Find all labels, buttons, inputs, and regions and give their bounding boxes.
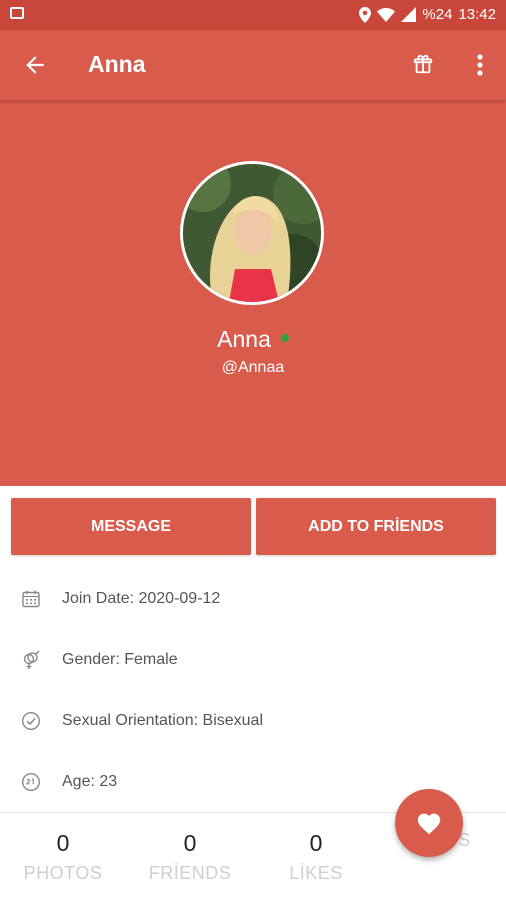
avatar[interactable] — [180, 161, 324, 305]
stat-photos[interactable]: 0 PHOTOS — [0, 813, 126, 884]
calendar-icon — [22, 590, 40, 607]
info-row-orientation: Sexual Orientation: Bisexual — [0, 690, 506, 751]
stat-label: LİKES — [289, 863, 343, 883]
wifi-icon — [377, 8, 396, 22]
message-button[interactable]: MESSAGE — [11, 498, 251, 555]
stat-value: 0 — [309, 830, 323, 856]
location-icon — [359, 6, 372, 23]
back-arrow-icon[interactable] — [22, 52, 48, 78]
image-icon — [10, 7, 24, 19]
age-icon — [21, 772, 41, 791]
stat-label: FRİENDS — [148, 863, 232, 883]
online-status-dot — [280, 333, 289, 342]
battery-text: %24 — [422, 6, 453, 23]
app-bar: Anna — [0, 30, 506, 100]
age-text: Age: 23 — [62, 772, 118, 790]
stat-label: PHOTOS — [23, 863, 103, 883]
gift-icon[interactable] — [412, 53, 434, 75]
stat-likes[interactable]: 0 LİKES — [253, 813, 379, 884]
gender-icon — [23, 650, 40, 669]
stat-friends[interactable]: 0 FRİENDS — [127, 813, 253, 884]
profile-info-list: Join Date: 2020-09-12 Gender: Female Sex… — [0, 568, 506, 812]
more-vertical-icon[interactable] — [470, 52, 490, 78]
action-bar: MESSAGE ADD TO FRİENDS — [0, 486, 506, 568]
profile-name: Anna — [0, 326, 506, 353]
avatar-photo — [183, 164, 321, 302]
like-fab-button[interactable] — [395, 789, 463, 857]
status-bar: %24 13:42 — [0, 0, 506, 30]
heart-icon — [417, 813, 441, 835]
profile-username: @Annaa — [221, 359, 285, 376]
stat-value: 0 — [56, 830, 70, 856]
add-to-friends-button[interactable]: ADD TO FRİENDS — [256, 498, 496, 555]
signal-icon — [401, 7, 417, 22]
info-row-gender: Gender: Female — [0, 629, 506, 690]
orientation-text: Sexual Orientation: Bisexual — [62, 711, 263, 729]
info-row-join-date: Join Date: 2020-09-12 — [0, 568, 506, 629]
profile-header: Anna @Annaa — [0, 100, 506, 486]
stat-value: 0 — [183, 830, 197, 856]
profile-name-text: Anna — [217, 326, 271, 352]
status-right: %24 13:42 — [359, 6, 496, 23]
gender-text: Gender: Female — [62, 650, 178, 668]
page-title: Anna — [88, 51, 146, 77]
join-date-text: Join Date: 2020-09-12 — [62, 589, 221, 607]
check-circle-icon — [21, 711, 41, 730]
clock: 13:42 — [458, 6, 496, 23]
